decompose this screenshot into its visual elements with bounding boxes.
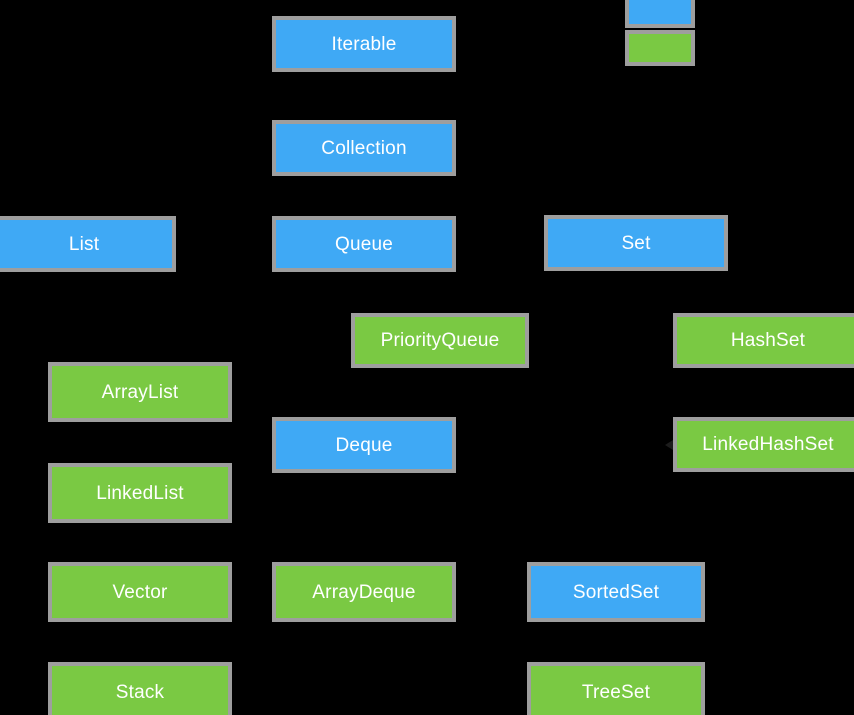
edge-hashset-up — [765, 291, 767, 313]
edge-priorityqueue-queue-h — [316, 292, 368, 294]
node-linkedlist[interactable]: LinkedList — [48, 463, 232, 523]
edge-queue-collection — [363, 196, 365, 216]
node-linkedhashset[interactable]: LinkedHashSet — [673, 417, 854, 472]
edge-priorityqueue-up — [368, 292, 370, 313]
edge-vector-list-h — [27, 592, 48, 594]
class-diagram-canvas: Iterable Collection List Queue Set Prior… — [0, 0, 854, 715]
edge-list-collection-up — [27, 196, 29, 216]
node-label-sortedset: SortedSet — [572, 581, 660, 603]
edge-list-collection-h — [27, 196, 363, 198]
edge-collection-iterable — [363, 72, 365, 120]
node-label-linkedlist: LinkedList — [96, 482, 184, 504]
node-set[interactable]: Set — [544, 215, 728, 271]
edge-set-collection-h — [363, 196, 637, 198]
node-hashset[interactable]: HashSet — [673, 313, 854, 368]
node-label-linkedhashset: LinkedHashSet — [702, 434, 834, 455]
node-label-collection: Collection — [321, 137, 407, 159]
edge-vector-list — [27, 272, 29, 592]
node-list[interactable]: List — [0, 216, 176, 272]
node-label-set: Set — [621, 232, 651, 254]
legend-class-swatch — [625, 30, 695, 66]
node-arraylist[interactable]: ArrayList — [48, 362, 232, 422]
node-label-stack: Stack — [115, 681, 165, 703]
node-stack[interactable]: Stack — [48, 662, 232, 715]
node-deque[interactable]: Deque — [272, 417, 456, 473]
node-label-arraylist: ArrayList — [101, 381, 179, 403]
edge-treeset-sortedset — [592, 622, 594, 662]
edge-set-collection-up — [637, 196, 639, 215]
node-label-treeset: TreeSet — [581, 681, 651, 703]
edge-linkedhashset-hashset-v — [655, 368, 657, 445]
node-priorityqueue[interactable]: PriorityQueue — [351, 313, 529, 368]
arrowhead-linkedhashset-to-hashset — [665, 440, 673, 450]
edge-linkedlist-list-h — [27, 493, 48, 495]
legend-interface-swatch — [625, 0, 695, 28]
node-sortedset[interactable]: SortedSet — [527, 562, 705, 622]
node-label-hashset: HashSet — [730, 330, 806, 351]
node-queue[interactable]: Queue — [272, 216, 456, 272]
node-label-vector: Vector — [112, 581, 168, 603]
edge-linkedlist-deque-v — [316, 473, 318, 493]
edge-linkedhashset-hashset-h — [655, 368, 765, 370]
node-iterable[interactable]: Iterable — [272, 16, 456, 72]
edge-linkedlist-deque-h — [232, 493, 316, 495]
edge-stack-vector — [136, 622, 138, 662]
edge-arraylist-list-h — [27, 390, 48, 392]
node-treeset[interactable]: TreeSet — [527, 662, 705, 715]
node-arraydeque[interactable]: ArrayDeque — [272, 562, 456, 622]
node-vector[interactable]: Vector — [48, 562, 232, 622]
edge-hashset-set-v — [637, 271, 639, 291]
node-label-iterable: Iterable — [331, 33, 397, 55]
node-collection[interactable]: Collection — [272, 120, 456, 176]
node-label-deque: Deque — [335, 434, 393, 456]
node-label-arraydeque: ArrayDeque — [312, 581, 416, 603]
edge-hashset-set-h — [637, 291, 765, 293]
edge-collection-down — [363, 176, 365, 196]
node-label-priorityqueue: PriorityQueue — [380, 330, 500, 351]
node-label-list: List — [68, 233, 100, 255]
edge-sortedset-set — [589, 271, 591, 562]
edge-deque-queue — [316, 272, 318, 417]
node-label-queue: Queue — [334, 233, 394, 255]
